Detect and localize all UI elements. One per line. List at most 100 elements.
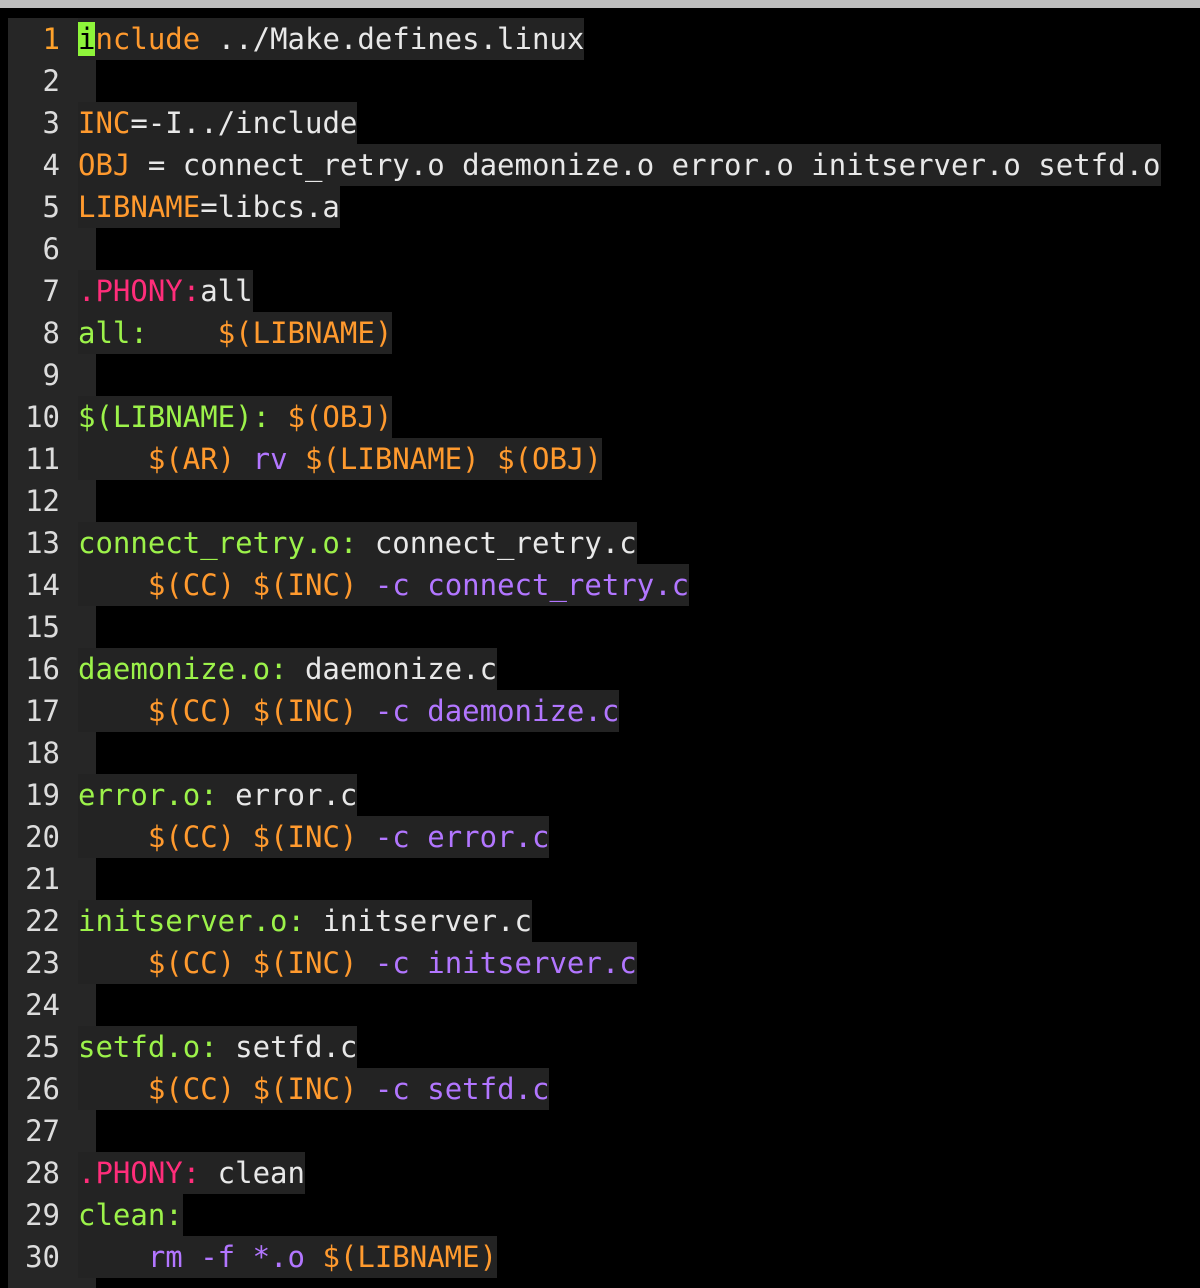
code-line[interactable]: 8 all: $(LIBNAME) [8, 312, 1161, 354]
line-content[interactable]: $(CC) $(INC) -c connect_retry.c [78, 564, 690, 606]
code-token: ../Make.defines.linux [200, 22, 585, 56]
line-content[interactable]: connect_retry.o: connect_retry.c [78, 522, 637, 564]
line-number: 26 [25, 1072, 60, 1106]
line-content[interactable]: rm -f *.o $(LIBNAME) [78, 1236, 498, 1278]
line-number: 25 [25, 1030, 60, 1064]
code-line[interactable]: 17 $(CC) $(INC) -c daemonize.c [8, 690, 1161, 732]
code-token: daemonize.o: [78, 652, 288, 686]
code-line[interactable]: 10 $(LIBNAME): $(OBJ) [8, 396, 1161, 438]
line-number: 12 [25, 484, 60, 518]
line-content[interactable]: initserver.o: initserver.c [78, 900, 532, 942]
line-number: 10 [25, 400, 60, 434]
code-line[interactable]: 13 connect_retry.o: connect_retry.c [8, 522, 1161, 564]
line-content[interactable]: include ../Make.defines.linux [78, 18, 585, 60]
line-content[interactable]: $(LIBNAME): $(OBJ) [78, 396, 393, 438]
line-number: 15 [25, 610, 60, 644]
code-token: all [200, 274, 253, 308]
code-token: OBJ [78, 148, 131, 182]
code-line[interactable]: 3 INC=-I../include [8, 102, 1161, 144]
code-line[interactable]: 19 error.o: error.c [8, 774, 1161, 816]
code-line[interactable]: 12 [8, 480, 1161, 522]
code-token: setfd.o: [78, 1030, 218, 1064]
line-content[interactable]: setfd.o: setfd.c [78, 1026, 358, 1068]
line-content[interactable]: $(AR) rv $(LIBNAME) $(OBJ) [78, 438, 602, 480]
code-line[interactable]: 20 $(CC) $(INC) -c error.c [8, 816, 1161, 858]
code-line[interactable]: 7 .PHONY:all [8, 270, 1161, 312]
code-line[interactable]: 18 [8, 732, 1161, 774]
code-token: .PHONY: [78, 274, 201, 308]
code-line[interactable]: 4 OBJ = connect_retry.o daemonize.o error… [8, 144, 1161, 186]
code-line[interactable]: 11 $(AR) rv $(LIBNAME) $(OBJ) [8, 438, 1161, 480]
code-line[interactable]: 29 clean: [8, 1194, 1161, 1236]
code-line[interactable]: 24 [8, 984, 1161, 1026]
code-line[interactable]: 1 include ../Make.defines.linux [8, 18, 1161, 60]
line-number: 19 [25, 778, 60, 812]
code-token: $(INC) [252, 568, 358, 602]
line-content[interactable]: daemonize.o: daemonize.c [78, 648, 498, 690]
code-token: all: [78, 316, 148, 350]
code-token: -c connect_retry.c [357, 568, 690, 602]
code-line[interactable]: 2 [8, 60, 1161, 102]
line-number: 16 [25, 652, 60, 686]
code-token: $(CC) [147, 946, 236, 980]
code-token: $(LIBNAME): [78, 400, 288, 434]
code-line[interactable]: 27 [8, 1110, 1161, 1152]
code-line[interactable]: 26 $(CC) $(INC) -c setfd.c [8, 1068, 1161, 1110]
code-token: connect_retry.o: [78, 526, 358, 560]
line-number: 20 [25, 820, 60, 854]
line-content[interactable]: $(CC) $(INC) -c error.c [78, 816, 550, 858]
code-line[interactable]: 6 [8, 228, 1161, 270]
code-line[interactable]: 28 .PHONY: clean [8, 1152, 1161, 1194]
line-number: 18 [25, 736, 60, 770]
line-content[interactable]: $(CC) $(INC) -c setfd.c [78, 1068, 550, 1110]
code-editor[interactable]: 1 include ../Make.defines.linux 2 3 INC=-I..… [0, 8, 1200, 1288]
code-line[interactable]: 9 [8, 354, 1161, 396]
line-content[interactable]: $(CC) $(INC) -c initserver.c [78, 942, 637, 984]
code-line[interactable]: 14 $(CC) $(INC) -c connect_retry.c [8, 564, 1161, 606]
code-token: rm -f *.o [147, 1240, 323, 1274]
text-cursor: i [78, 22, 96, 56]
code-token: INC [78, 106, 131, 140]
line-content[interactable]: LIBNAME=libcs.a [78, 186, 340, 228]
line-content[interactable]: OBJ = connect_retry.o daemonize.o error.… [78, 144, 1161, 186]
code-line[interactable]: 16 daemonize.o: daemonize.c [8, 648, 1161, 690]
code-line[interactable]: 15 [8, 606, 1161, 648]
code-line[interactable]: 25 setfd.o: setfd.c [8, 1026, 1161, 1068]
code-token: connect_retry.c [357, 526, 637, 560]
code-line[interactable]: 21 [8, 858, 1161, 900]
code-token: LIBNAME [78, 190, 201, 224]
line-content[interactable]: .PHONY:all [78, 270, 253, 312]
code-line[interactable]: 5 LIBNAME=libcs.a [8, 186, 1161, 228]
code-token: $(INC) [252, 694, 358, 728]
code-token: -c initserver.c [357, 946, 637, 980]
code-token: $(AR) [147, 442, 236, 476]
code-token: =libcs.a [200, 190, 340, 224]
code-token: $(INC) [252, 946, 358, 980]
code-token: error.c [217, 778, 358, 812]
line-content[interactable]: INC=-I../include [78, 102, 358, 144]
code-line[interactable]: 30 rm -f *.o $(LIBNAME) [8, 1236, 1161, 1278]
line-content[interactable]: all: $(LIBNAME) [78, 312, 393, 354]
code-line[interactable]: 23 $(CC) $(INC) -c initserver.c [8, 942, 1161, 984]
window-top-bar [0, 0, 1200, 8]
line-number: 4 [42, 148, 60, 182]
line-content[interactable]: clean: [78, 1194, 183, 1236]
code-token: $(CC) [147, 694, 236, 728]
code-line[interactable]: 22 initserver.o: initserver.c [8, 900, 1161, 942]
line-content[interactable]: .PHONY: clean [78, 1152, 305, 1194]
line-content[interactable]: $(CC) $(INC) -c daemonize.c [78, 690, 620, 732]
code-token: initserver.c [304, 904, 532, 938]
line-content[interactable]: error.o: error.c [78, 774, 358, 816]
code-token: $(INC) [252, 1072, 358, 1106]
